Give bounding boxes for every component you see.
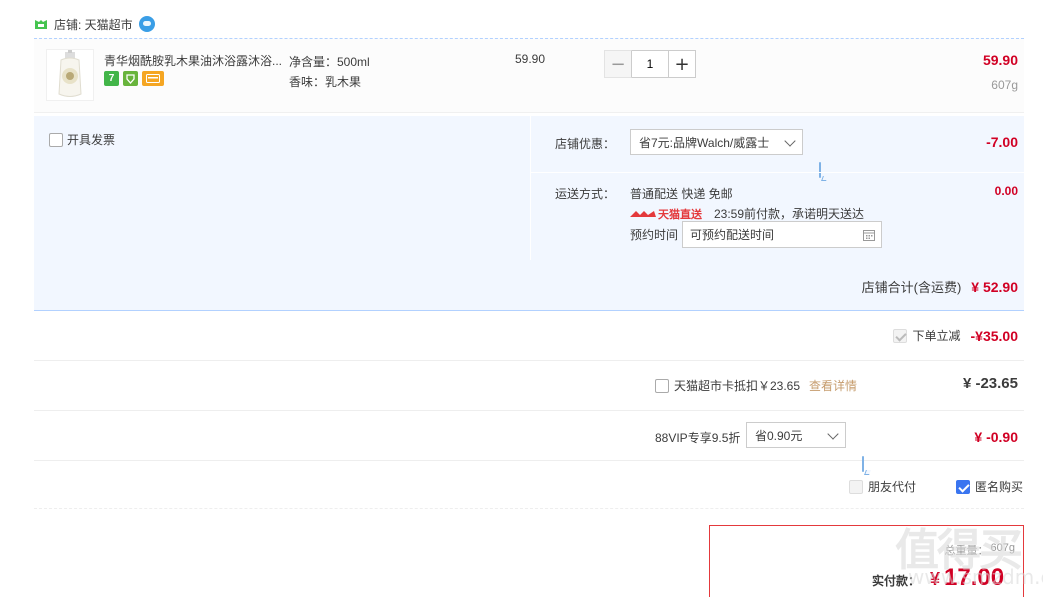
shop-options-area: 店铺优惠： 省7元:品牌Walch/威露士 -7.00 运送方式： 普通配送 快… (530, 116, 1025, 260)
wangwang-chat-icon[interactable] (138, 16, 155, 32)
increase-quantity-button[interactable]: + (668, 50, 696, 78)
item-weight: 607g (991, 78, 1018, 92)
tmall-card-label: 天猫超市卡抵扣￥23.65 (674, 379, 801, 393)
friend-pay-option: 朋友代付 (849, 478, 916, 495)
appointment-time-input[interactable]: 可预约配送时间 (682, 221, 882, 248)
tmall-card-details-link[interactable]: 查看详情 (809, 377, 857, 394)
chevron-down-icon (827, 428, 839, 440)
shipping-method: 普通配送 快递 免邮 (630, 187, 733, 201)
shop-name[interactable]: 店铺: 天猫超市 (54, 16, 133, 33)
quantity-input[interactable] (632, 50, 668, 78)
shop-total-label: 店铺合计(含运费) (861, 280, 962, 295)
body-wash-bottle-image (58, 50, 82, 97)
instant-discount: 下单立减 -¥35.00 (892, 327, 1018, 344)
shop-discount-amount: -7.00 (986, 134, 1018, 150)
tmall-direct-label: 天猫直送 (658, 208, 702, 221)
message-icon[interactable] (819, 162, 821, 178)
service-badges: 7 (104, 71, 164, 86)
shipping-label: 运送方式： (555, 187, 616, 201)
seven-day-return-icon[interactable]: 7 (104, 71, 119, 86)
chevron-down-icon (784, 135, 796, 147)
quantity-stepper: − + (604, 50, 696, 78)
vip-discount-amount: ¥ -0.90 (974, 429, 1018, 445)
friend-pay-label: 朋友代付 (868, 480, 917, 494)
tmall-shop-icon (35, 19, 47, 29)
sku-scent: 香味：乳木果 (289, 75, 362, 89)
sku-info: 净含量：500ml 香味：乳木果 (289, 52, 370, 92)
delivery-promise: 23:59前付款，承诺明天送达 (714, 207, 865, 221)
tmall-card-checkbox[interactable] (655, 378, 669, 393)
shop-total-row: 店铺合计(含运费) ¥ 52.90 (34, 260, 1024, 311)
invoice-label: 开具发票 (67, 133, 116, 147)
shop-discount-select[interactable]: 省7元:品牌Walch/威露士 (630, 129, 803, 155)
item-subtotal: 59.90 (982, 52, 1018, 68)
unit-price: 59.90 (515, 52, 546, 66)
payment-options-row: 朋友代付 匿名购买 (34, 461, 1024, 509)
vip-label: 88VIP专享9.5折 (655, 431, 741, 445)
instant-discount-label: 下单立减 (912, 329, 961, 343)
decrease-quantity-button[interactable]: − (604, 50, 632, 78)
appointment-label: 预约时间 (630, 228, 679, 242)
cart-item-row: 青华烟酰胺乳木果油沐浴露沐浴... 7 净含量：500ml 香味：乳木果 59.… (34, 38, 1024, 113)
shop-total: 店铺合计(含运费) ¥ 52.90 (862, 277, 1018, 296)
friend-pay-checkbox (849, 479, 863, 494)
tmall-guarantee-icon[interactable] (123, 71, 138, 86)
instant-discount-checkbox (892, 328, 907, 343)
shop-discount-value: 省7元:品牌Walch/威露士 (639, 135, 770, 150)
invoice-area: 开具发票 (34, 116, 528, 260)
vip-discount-row: 88VIP专享9.5折 省0.90元 ¥ -0.90 (34, 411, 1024, 472)
tmall-card-option[interactable]: 天猫超市卡抵扣￥23.65 查看详情 (655, 377, 857, 394)
shop-header: 店铺: 天猫超市 (34, 14, 155, 34)
anonymous-purchase-option[interactable]: 匿名购买 (956, 478, 1023, 495)
vip-discount-select[interactable]: 省0.90元 (746, 422, 846, 448)
tmall-card-row: 天猫超市卡抵扣￥23.65 查看详情 ¥ -23.65 (34, 361, 1024, 411)
order-options-panel: 开具发票 店铺优惠： 省7元:品牌Walch/威露士 -7.00 运送方式： 普… (34, 116, 1025, 260)
watermark-url: www.smzdm.com (908, 565, 1043, 589)
tmall-direct-row: 天猫直送 23:59前付款，承诺明天送达 (630, 205, 864, 222)
product-title[interactable]: 青华烟酰胺乳木果油沐浴露沐浴... (104, 52, 289, 69)
shipping-fee: 0.00 (994, 184, 1018, 198)
tmall-card-amount: ¥ -23.65 (962, 375, 1018, 392)
vip-discount-value: 省0.90元 (755, 428, 803, 443)
divider (531, 172, 1025, 173)
sku-volume: 净含量：500ml (289, 55, 370, 69)
appointment-placeholder: 可预约配送时间 (690, 228, 775, 242)
anonymous-purchase-label: 匿名购买 (975, 480, 1024, 494)
product-thumbnail[interactable] (46, 49, 94, 101)
tmall-direct-icon (630, 210, 656, 217)
credit-card-icon[interactable] (142, 71, 164, 86)
invoice-option[interactable]: 开具发票 (49, 131, 115, 148)
shop-total-amount: ¥ 52.90 (971, 279, 1018, 295)
calendar-icon[interactable] (863, 229, 875, 241)
instant-discount-row: 下单立减 -¥35.00 (34, 311, 1024, 361)
invoice-checkbox[interactable] (49, 132, 63, 147)
shop-discount-label: 店铺优惠： (555, 137, 616, 151)
instant-discount-amount: -¥35.00 (970, 327, 1018, 344)
anonymous-purchase-checkbox[interactable] (956, 479, 970, 494)
